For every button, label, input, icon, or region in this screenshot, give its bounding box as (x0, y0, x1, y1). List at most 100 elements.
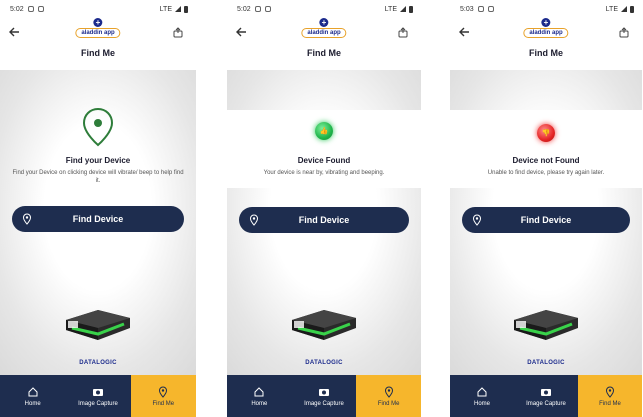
tab-label: Home (24, 400, 41, 407)
scanner-device-image (292, 310, 356, 340)
thumbs-down-icon: 👎 (537, 124, 555, 142)
device-share-icon[interactable] (397, 26, 411, 40)
home-icon (28, 386, 38, 396)
phone-screen-find-your-device: 5:02 LTE + aladdin app Find Me Find your… (0, 0, 196, 417)
bottom-tab-bar: Home Image Capture Find Me (0, 375, 196, 417)
home-icon (477, 386, 487, 396)
status-bar: 5:02 LTE (227, 0, 421, 18)
battery-icon (409, 5, 413, 13)
location-pin-icon (384, 385, 393, 398)
status-time: 5:03 (460, 5, 474, 13)
scanner-device-image (514, 310, 578, 340)
status-title: Find your Device (65, 156, 131, 165)
back-arrow-icon[interactable] (458, 26, 472, 40)
status-description: Your device is near by, vibrating and be… (263, 170, 385, 176)
battery-icon (630, 5, 634, 13)
back-arrow-icon[interactable] (235, 26, 249, 40)
tab-label: Home (251, 400, 268, 407)
location-pin-icon (249, 214, 259, 226)
app-bar: + aladdin app Find Me (227, 18, 421, 70)
camera-icon (319, 388, 329, 396)
screenshot-stage: 5:02 LTE + aladdin app Find Me Find your… (0, 0, 643, 417)
status-message: Device not Found Unable to find device, … (450, 156, 642, 177)
app-bar: + aladdin app Find Me (0, 18, 196, 70)
bottom-tab-bar: Home Image Capture Find Me (450, 375, 642, 417)
tab-find-me[interactable]: Find Me (578, 375, 642, 417)
logo-text: aladdin app (301, 28, 347, 38)
status-time: 5:02 (237, 5, 251, 13)
back-arrow-icon[interactable] (8, 26, 22, 40)
home-icon (254, 386, 264, 396)
status-description: Unable to find device, please try again … (487, 170, 605, 176)
status-bar: 5:02 LTE (0, 0, 196, 18)
location-pin-icon (22, 213, 32, 225)
status-message: Device Found Your device is near by, vib… (227, 156, 421, 177)
thumbs-up-icon: 👍 (315, 122, 333, 140)
location-pin-icon (605, 385, 615, 398)
signal-icon (175, 6, 181, 12)
notification-icon (477, 6, 484, 12)
find-device-button[interactable]: Find Device (12, 206, 184, 232)
logo-text: aladdin app (75, 28, 121, 38)
location-pin-icon (159, 385, 168, 398)
main-content: 👎 Device not Found Unable to find device… (450, 70, 642, 375)
main-content: 👍 Device Found Your device is near by, v… (227, 70, 421, 375)
notification-icon (37, 6, 44, 12)
find-device-label: Find Device (72, 214, 124, 224)
aladdin-logo: + aladdin app (523, 18, 569, 38)
find-device-button[interactable]: Find Device (462, 207, 630, 233)
find-device-label: Find Device (520, 215, 572, 225)
bottom-tab-bar: Home Image Capture Find Me (227, 375, 421, 417)
datalogic-brand: DATALOGIC (527, 360, 565, 366)
notification-icon (264, 6, 271, 12)
find-device-label: Find Device (298, 215, 350, 225)
find-device-button[interactable]: Find Device (239, 207, 409, 233)
scanner-device-image (66, 310, 130, 340)
network-type: LTE (605, 5, 618, 13)
status-message: Find your Device Find your Device on cli… (0, 156, 196, 185)
tab-label: Find Me (377, 400, 400, 407)
phone-screen-device-found: 5:02 LTE + aladdin app Find Me 👍 Device … (227, 0, 421, 417)
network-type: LTE (384, 5, 397, 13)
datalogic-brand: DATALOGIC (79, 360, 117, 366)
tab-find-me[interactable]: Find Me (356, 375, 421, 417)
signal-icon (621, 6, 627, 12)
status-bar: 5:03 LTE (450, 0, 642, 18)
tab-home[interactable]: Home (450, 375, 514, 417)
aladdin-logo: + aladdin app (75, 18, 121, 38)
tab-label: Home (473, 400, 490, 407)
page-title: Find Me (81, 48, 115, 58)
battery-icon (184, 5, 188, 13)
logo-cross-icon: + (93, 18, 103, 27)
logo-cross-icon: + (541, 18, 551, 27)
tab-image-capture[interactable]: Image Capture (65, 375, 130, 417)
status-title: Device Found (297, 156, 351, 165)
aladdin-logo: + aladdin app (301, 18, 347, 38)
device-share-icon[interactable] (618, 26, 632, 40)
camera-icon (541, 388, 551, 396)
location-pin-icon (472, 214, 482, 226)
phone-screen-device-not-found: 5:03 LTE + aladdin app Find Me 👎 Device … (450, 0, 642, 417)
tab-home[interactable]: Home (227, 375, 292, 417)
tab-home[interactable]: Home (0, 375, 65, 417)
status-title: Device not Found (512, 156, 580, 165)
tab-label: Find Me (152, 400, 175, 407)
tab-label: Image Capture (78, 400, 118, 407)
device-share-icon[interactable] (172, 26, 186, 40)
main-content: Find your Device Find your Device on cli… (0, 70, 196, 375)
tab-find-me[interactable]: Find Me (130, 375, 196, 417)
logo-text: aladdin app (523, 28, 569, 38)
status-description: Find your Device on clicking device will… (12, 170, 184, 184)
camera-icon (92, 388, 103, 396)
datalogic-brand: DATALOGIC (305, 360, 343, 366)
network-type: LTE (159, 5, 172, 13)
app-bar: + aladdin app Find Me (450, 18, 642, 70)
tab-image-capture[interactable]: Image Capture (514, 375, 578, 417)
notification-icon (27, 6, 34, 12)
logo-cross-icon: + (319, 18, 329, 27)
tab-image-capture[interactable]: Image Capture (292, 375, 357, 417)
tab-label: Find Me (599, 400, 621, 407)
page-title: Find Me (307, 48, 341, 58)
signal-icon (400, 6, 406, 12)
status-time: 5:02 (10, 5, 24, 13)
